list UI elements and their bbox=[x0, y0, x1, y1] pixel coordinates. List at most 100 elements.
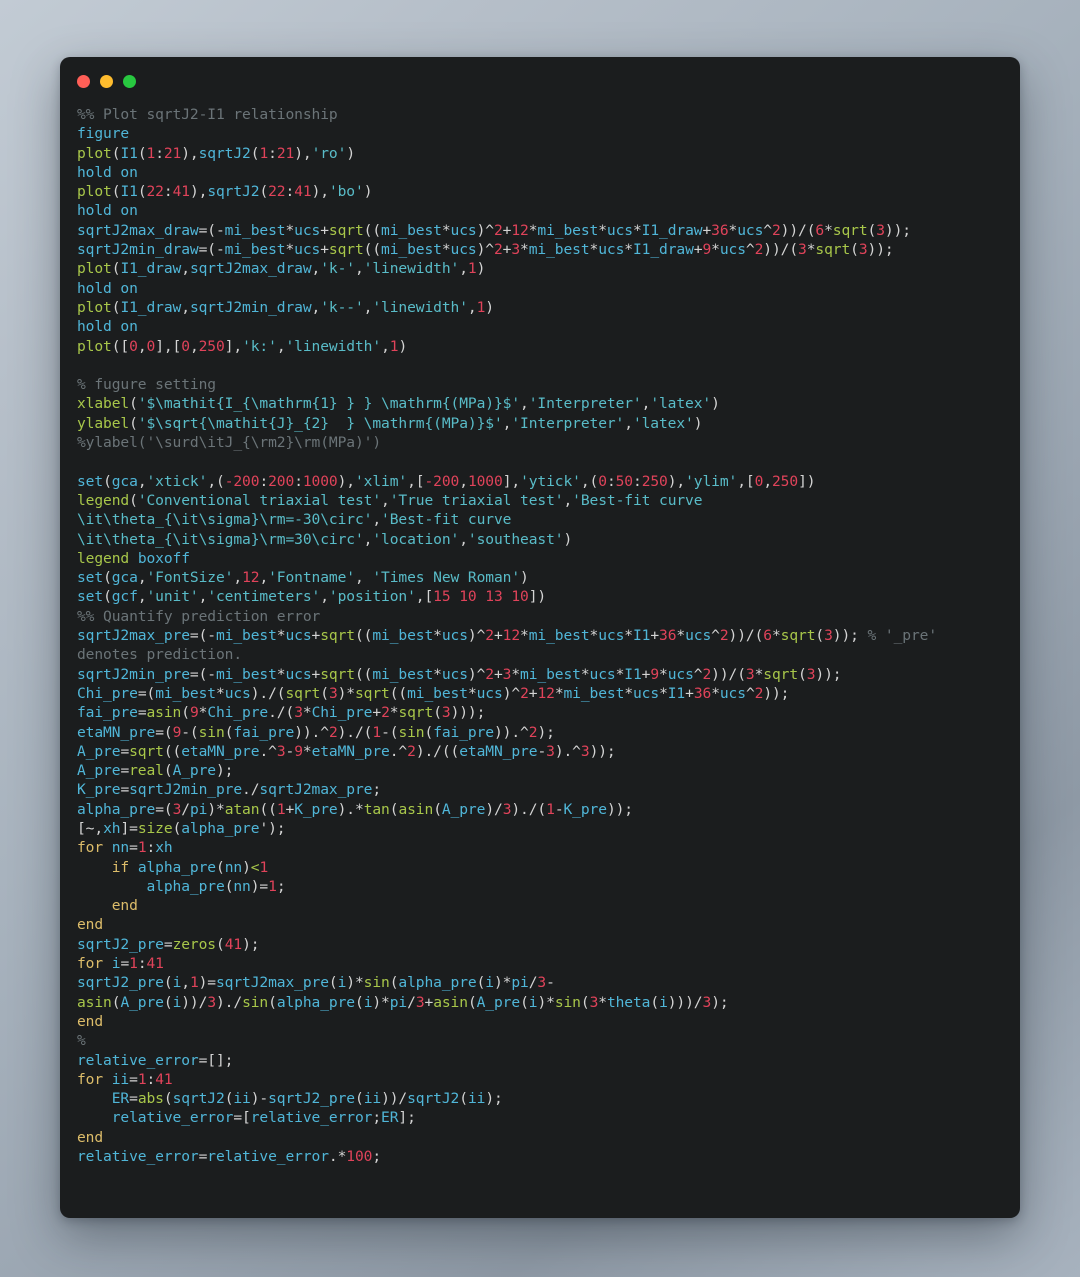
code-token: , bbox=[459, 472, 468, 490]
code-token: )); bbox=[832, 627, 859, 645]
code-token: = bbox=[163, 935, 173, 953]
minimize-traffic-light-icon[interactable] bbox=[100, 74, 113, 88]
code-token: sqrt bbox=[129, 742, 164, 760]
code-token: I1 bbox=[120, 144, 138, 162]
code-token: ucs bbox=[450, 241, 477, 259]
code-token: 1 bbox=[189, 974, 199, 992]
code-token: mi_best bbox=[372, 665, 434, 683]
code-line: for i=1:41 bbox=[77, 954, 1004, 973]
code-token: 3 bbox=[546, 742, 555, 760]
code-token: ) bbox=[242, 858, 251, 876]
code-token: nn bbox=[111, 839, 130, 857]
maximize-traffic-light-icon[interactable] bbox=[123, 74, 136, 88]
code-token: ( bbox=[815, 627, 825, 645]
code-token: 'Fontname' bbox=[268, 569, 355, 587]
code-token: sin bbox=[242, 993, 269, 1011]
code-token: 'Interpreter' bbox=[511, 414, 625, 432]
code-token: * bbox=[711, 241, 720, 259]
code-token: )./( bbox=[511, 800, 547, 818]
code-token: sqrt bbox=[328, 241, 364, 259]
code-token: ^ bbox=[711, 627, 720, 645]
code-token: ))); bbox=[450, 704, 486, 722]
code-token: =( bbox=[137, 684, 156, 702]
code-token: 'linewidth' bbox=[372, 298, 468, 316]
code-token: 2 bbox=[754, 684, 764, 702]
desktop-background: %% Plot sqrtJ2-I1 relationship figure plot… bbox=[0, 0, 1080, 1277]
code-token: ( bbox=[867, 221, 877, 239]
code-token: 1 bbox=[146, 144, 156, 162]
code-token: 3 bbox=[276, 742, 286, 760]
code-token: sin bbox=[198, 723, 225, 741]
code-token: sqrt bbox=[328, 221, 364, 239]
code-token: )^ bbox=[467, 627, 486, 645]
close-traffic-light-icon[interactable] bbox=[77, 74, 90, 88]
code-token: = bbox=[120, 955, 130, 973]
code-token: , bbox=[181, 298, 190, 316]
code-line: plot(I1_draw,sqrtJ2min_draw,'k--','linew… bbox=[77, 298, 1004, 317]
code-token: etaMN_pre bbox=[311, 742, 390, 760]
code-token: 'k-' bbox=[320, 260, 355, 278]
code-token: * bbox=[624, 627, 633, 645]
code-token: '$\mathit{I_{\mathrm{1} } } \mathrm{(MPa… bbox=[137, 395, 521, 413]
code-token: ylabel bbox=[77, 414, 130, 432]
code-token: ,[ bbox=[415, 588, 434, 606]
code-token: ( bbox=[850, 241, 859, 259]
code-line: %% Quantify prediction error bbox=[77, 607, 1004, 626]
code-line: end bbox=[77, 896, 1004, 915]
code-token: ), bbox=[181, 144, 199, 162]
code-token: * bbox=[589, 241, 599, 259]
code-token: relative_error bbox=[77, 1051, 199, 1069]
code-token: alpha_pre bbox=[398, 974, 477, 992]
code-token: , bbox=[355, 569, 373, 587]
code-token: mi_best bbox=[528, 627, 590, 645]
code-token: nn bbox=[224, 858, 243, 876]
code-token: figure bbox=[77, 125, 130, 143]
window-titlebar[interactable] bbox=[60, 57, 1020, 105]
code-line: set(gca,'FontSize',12,'Fontname', 'Times… bbox=[77, 568, 1004, 587]
code-token: A_pre bbox=[120, 993, 164, 1011]
code-token: 12 bbox=[502, 627, 521, 645]
code-token: + bbox=[702, 221, 712, 239]
code-editor-content[interactable]: %% Plot sqrtJ2-I1 relationship figure plot… bbox=[60, 105, 1020, 1166]
code-token: ))/ bbox=[381, 1090, 408, 1108]
code-token: ucs bbox=[606, 221, 633, 239]
code-token: gcf bbox=[111, 588, 138, 606]
code-token: * bbox=[754, 665, 764, 683]
code-line: ylabel('$\sqrt{\mathit{J}_{2} } \mathrm{… bbox=[77, 414, 1004, 433]
code-token: * bbox=[511, 665, 521, 683]
code-token: 2 bbox=[493, 241, 503, 259]
code-token: )./( bbox=[250, 684, 286, 702]
code-token: 1 bbox=[268, 877, 277, 895]
code-token: = bbox=[120, 762, 130, 780]
code-token: ucs bbox=[294, 221, 321, 239]
code-token: \it\theta_{\it\sigma}\rm=30\circ' bbox=[77, 530, 364, 548]
code-token: 50 bbox=[615, 472, 633, 490]
code-line: end bbox=[77, 1128, 1004, 1147]
code-token: ( bbox=[433, 704, 442, 722]
code-token: )* bbox=[493, 974, 512, 992]
code-token: : bbox=[163, 183, 173, 201]
code-token: ( bbox=[163, 762, 173, 780]
code-token: if bbox=[111, 858, 130, 876]
code-line: sqrtJ2_pre=zeros(41); bbox=[77, 935, 1004, 954]
code-line: if alpha_pre(nn)<1 bbox=[77, 858, 1004, 877]
code-token: 250 bbox=[198, 337, 225, 355]
code-token: 'ylim' bbox=[685, 472, 738, 490]
code-token: 3 bbox=[294, 704, 303, 722]
code-token: ], bbox=[224, 337, 243, 355]
code-token: ; bbox=[372, 1148, 382, 1166]
code-token: =[]; bbox=[198, 1051, 234, 1069]
code-token: , bbox=[520, 395, 529, 413]
code-token: ( bbox=[137, 144, 147, 162]
code-token: , bbox=[381, 491, 390, 509]
code-token: 9 bbox=[172, 723, 182, 741]
code-token: = bbox=[129, 839, 138, 857]
code-token: 1 bbox=[137, 839, 147, 857]
code-token: 'xtick' bbox=[146, 472, 208, 490]
code-token: )^ bbox=[476, 241, 494, 259]
code-token: , bbox=[189, 337, 199, 355]
code-token: sin bbox=[398, 723, 425, 741]
code-token: = bbox=[120, 742, 130, 760]
code-token: + bbox=[311, 665, 321, 683]
